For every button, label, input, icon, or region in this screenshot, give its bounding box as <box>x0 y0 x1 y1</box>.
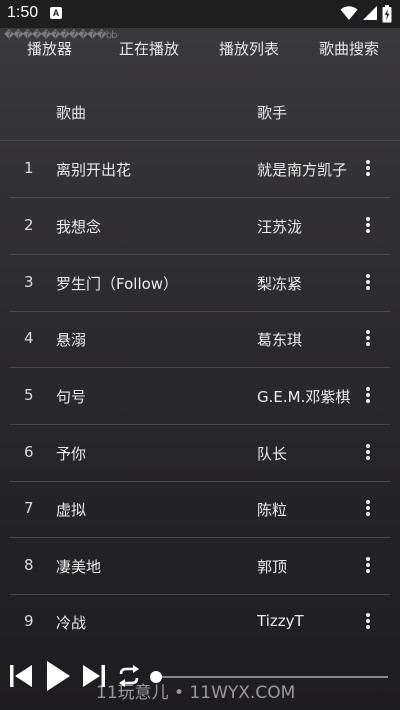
song-number: 3 <box>24 273 34 291</box>
song-number: 8 <box>24 556 34 574</box>
more-options-icon[interactable] <box>358 272 378 294</box>
song-title: 句号 <box>56 388 87 406</box>
watermark: 11玩意儿 • 11WYX.COM <box>96 683 296 703</box>
song-row[interactable]: 6 予你 队长 <box>10 425 390 482</box>
status-bar: 1:50 A <box>0 0 400 28</box>
song-title: 虚拟 <box>56 501 87 519</box>
battery-charging-icon <box>382 5 392 23</box>
song-artist: 陈粒 <box>257 501 288 519</box>
song-number: 1 <box>24 159 34 177</box>
more-options-icon[interactable] <box>358 555 378 577</box>
tab-playlist[interactable]: 播放列表 <box>219 38 279 59</box>
song-title: 我想念 <box>56 218 102 236</box>
song-title: 悬溺 <box>56 331 87 349</box>
song-number: 9 <box>24 612 34 630</box>
song-row[interactable]: 3 罗生门（Follow） 梨冻紧 <box>10 255 390 312</box>
tab-song-search[interactable]: 歌曲搜索 <box>319 38 379 59</box>
tab-player[interactable]: 播放器 <box>27 38 72 59</box>
song-title: 罗生门（Follow） <box>56 275 179 293</box>
app-notification-icon: A <box>50 7 62 19</box>
song-artist: 就是南方凯子 <box>257 161 348 179</box>
song-row[interactable]: 9 冷战 TizzyT <box>10 594 390 650</box>
status-time: 1:50 <box>7 4 39 21</box>
more-options-icon[interactable] <box>358 498 378 520</box>
song-number: 2 <box>24 216 34 234</box>
song-artist: 郭顶 <box>257 558 288 576</box>
song-number: 7 <box>24 499 34 517</box>
column-header-artist: 歌手 <box>257 104 288 122</box>
song-artist: 葛东琪 <box>257 331 303 349</box>
more-options-icon[interactable] <box>358 611 378 633</box>
song-title: 离别开出花 <box>56 161 132 179</box>
song-row[interactable]: 2 我想念 汪苏泷 <box>10 198 390 255</box>
song-title: 凄美地 <box>56 558 102 576</box>
song-row[interactable]: 7 虚拟 陈粒 <box>10 481 390 538</box>
skip-previous-icon[interactable] <box>9 663 33 689</box>
more-options-icon[interactable] <box>358 385 378 407</box>
more-options-icon[interactable] <box>358 158 378 180</box>
wifi-icon <box>340 6 358 20</box>
song-row[interactable]: 4 悬溺 葛东琪 <box>10 311 390 368</box>
song-artist: 汪苏泷 <box>257 218 303 236</box>
song-title: 予你 <box>56 445 87 463</box>
more-options-icon[interactable] <box>358 328 378 350</box>
signal-icon <box>363 6 377 20</box>
song-title: 冷战 <box>56 614 87 632</box>
tab-bar: 播放器 正在播放 播放列表 歌曲搜索 <box>0 34 400 62</box>
song-row[interactable]: 5 句号 G.E.M.邓紫棋 <box>10 368 390 425</box>
player-controls: 11玩意儿 • 11WYX.COM <box>0 650 400 710</box>
play-icon[interactable] <box>45 660 71 692</box>
song-artist: G.E.M.邓紫棋 <box>257 388 351 406</box>
status-icons <box>336 5 392 23</box>
song-artist: 梨冻紧 <box>257 275 303 293</box>
more-options-icon[interactable] <box>358 215 378 237</box>
song-list-header: 歌曲 歌手 <box>0 86 400 141</box>
song-artist: 队长 <box>257 445 288 463</box>
more-options-icon[interactable] <box>358 442 378 464</box>
song-number: 4 <box>24 329 34 347</box>
tab-now-playing[interactable]: 正在播放 <box>119 38 179 59</box>
song-number: 5 <box>24 386 34 404</box>
song-number: 6 <box>24 443 34 461</box>
song-artist: TizzyT <box>257 612 304 630</box>
song-row[interactable]: 1 离别开出花 就是南方凯子 <box>10 141 390 198</box>
song-row[interactable]: 8 凄美地 郭顶 <box>10 538 390 595</box>
column-header-song: 歌曲 <box>56 104 87 122</box>
